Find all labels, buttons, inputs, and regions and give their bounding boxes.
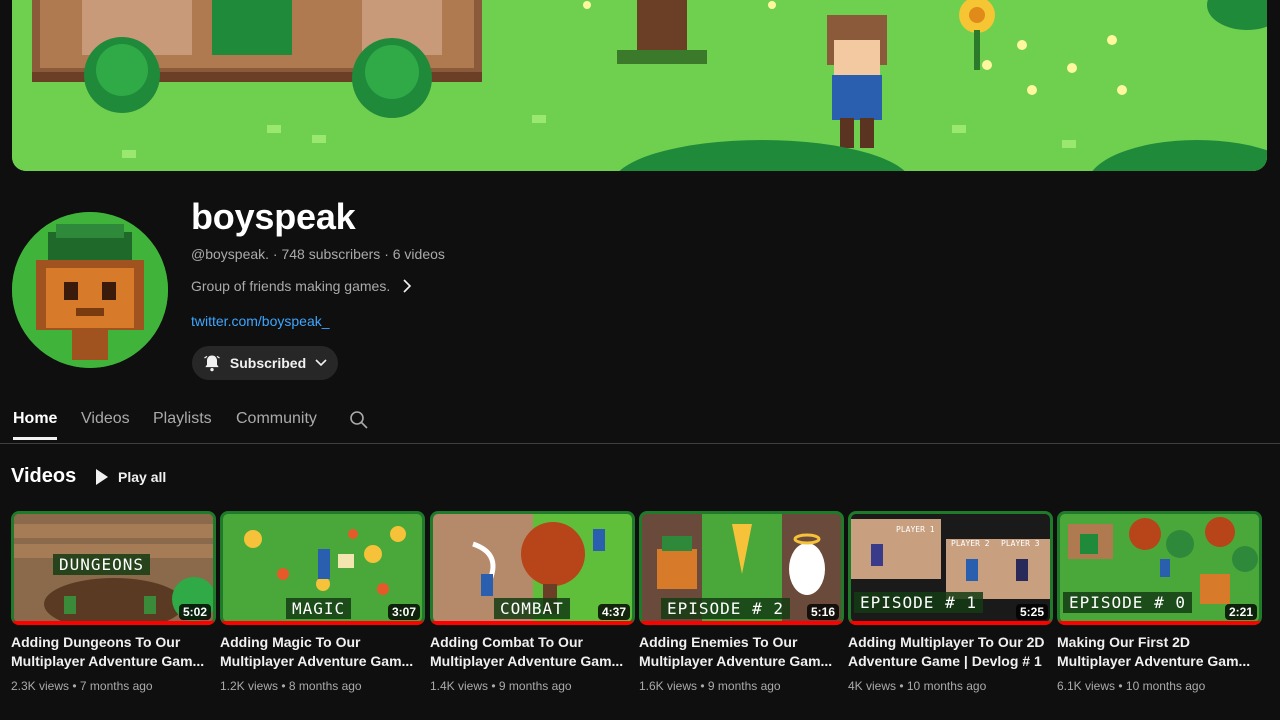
video-title[interactable]: Adding Enemies To Our Multiplayer Advent… — [639, 633, 844, 671]
watched-progress — [430, 621, 635, 625]
thumbnail-caption: COMBAT — [494, 598, 570, 619]
video-meta: 2.3K views • 7 months ago — [11, 679, 153, 693]
video-meta: 1.4K views • 9 months ago — [430, 679, 572, 693]
subscribed-button[interactable]: Subscribed — [192, 346, 338, 380]
search-icon[interactable] — [349, 410, 369, 430]
thumb-player2-label: PLAYER 2 — [951, 539, 990, 548]
video-duration: 3:07 — [387, 604, 420, 620]
thumbnail-caption: MAGIC — [286, 598, 352, 619]
video-thumbnail[interactable]: COMBAT 4:37 — [430, 511, 635, 625]
watched-progress — [639, 621, 844, 625]
video-card[interactable]: DUNGEONS 5:02 Adding Dungeons To Our Mul… — [11, 511, 216, 693]
chevron-down-icon — [315, 359, 327, 367]
channel-banner — [12, 0, 1267, 171]
thumbnail-caption: EPISODE # 2 — [661, 598, 790, 619]
channel-avatar[interactable] — [12, 212, 168, 368]
video-title[interactable]: Adding Magic To Our Multiplayer Adventur… — [220, 633, 425, 671]
video-duration: 2:21 — [1224, 604, 1257, 620]
bell-icon — [204, 355, 220, 372]
thumb-player1-label: PLAYER 1 — [896, 525, 935, 534]
video-meta: 6.1K views • 10 months ago — [1057, 679, 1206, 693]
subscribed-label: Subscribed — [229, 355, 307, 371]
thumbnail-caption: EPISODE # 1 — [854, 592, 983, 613]
video-card[interactable]: MAGIC 3:07 Adding Magic To Our Multiplay… — [220, 511, 425, 693]
video-duration: 5:25 — [1015, 604, 1048, 620]
watched-progress — [220, 621, 425, 625]
video-meta: 1.6K views • 9 months ago — [639, 679, 781, 693]
thumb-player3-label: PLAYER 3 — [1001, 539, 1040, 548]
channel-description[interactable]: Group of friends making games. — [191, 278, 412, 294]
thumbnail-caption: DUNGEONS — [53, 554, 151, 575]
channel-link[interactable]: twitter.com/boyspeak_ — [191, 313, 330, 329]
video-thumbnail[interactable]: EPISODE # 0 2:21 — [1057, 511, 1262, 625]
tab-videos[interactable]: Videos — [81, 410, 130, 440]
watched-progress — [848, 621, 1053, 625]
chevron-right-icon — [403, 279, 412, 293]
video-title[interactable]: Adding Multiplayer To Our 2D Adventure G… — [848, 633, 1053, 671]
video-duration: 4:37 — [597, 604, 630, 620]
video-card[interactable]: COMBAT 4:37 Adding Combat To Our Multipl… — [430, 511, 635, 693]
channel-meta: @boyspeak. · 748 subscribers · 6 videos — [191, 246, 445, 262]
video-title[interactable]: Making Our First 2D Multiplayer Adventur… — [1057, 633, 1262, 671]
video-thumbnail[interactable]: DUNGEONS 5:02 — [11, 511, 216, 625]
video-title[interactable]: Adding Dungeons To Our Multiplayer Adven… — [11, 633, 216, 671]
video-thumbnail[interactable]: EPISODE # 2 5:16 — [639, 511, 844, 625]
video-card[interactable]: PLAYER 1 PLAYER 2 PLAYER 3 EPISODE # 1 5… — [848, 511, 1053, 693]
video-card[interactable]: EPISODE # 0 2:21 Making Our First 2D Mul… — [1057, 511, 1262, 693]
play-all-label: Play all — [118, 469, 167, 485]
video-thumbnail[interactable]: PLAYER 1 PLAYER 2 PLAYER 3 EPISODE # 1 5… — [848, 511, 1053, 625]
play-icon — [96, 469, 108, 485]
video-thumbnail[interactable]: MAGIC 3:07 — [220, 511, 425, 625]
video-meta: 1.2K views • 8 months ago — [220, 679, 362, 693]
tab-playlists[interactable]: Playlists — [153, 410, 212, 440]
tab-community[interactable]: Community — [236, 410, 317, 440]
watched-progress — [11, 621, 216, 625]
play-all-button[interactable]: Play all — [94, 466, 166, 488]
tab-home[interactable]: Home — [13, 410, 58, 440]
channel-tabs: Home Videos Playlists Community — [0, 396, 1280, 444]
watched-progress — [1057, 621, 1262, 625]
section-title: Videos — [11, 465, 77, 487]
description-text: Group of friends making games. — [191, 278, 391, 294]
thumbnail-caption: EPISODE # 0 — [1063, 592, 1192, 613]
channel-name: boyspeak — [191, 196, 356, 237]
video-duration: 5:02 — [178, 604, 211, 620]
video-card[interactable]: EPISODE # 2 5:16 Adding Enemies To Our M… — [639, 511, 844, 693]
video-title[interactable]: Adding Combat To Our Multiplayer Adventu… — [430, 633, 635, 671]
video-duration: 5:16 — [806, 604, 839, 620]
video-meta: 4K views • 10 months ago — [848, 679, 987, 693]
